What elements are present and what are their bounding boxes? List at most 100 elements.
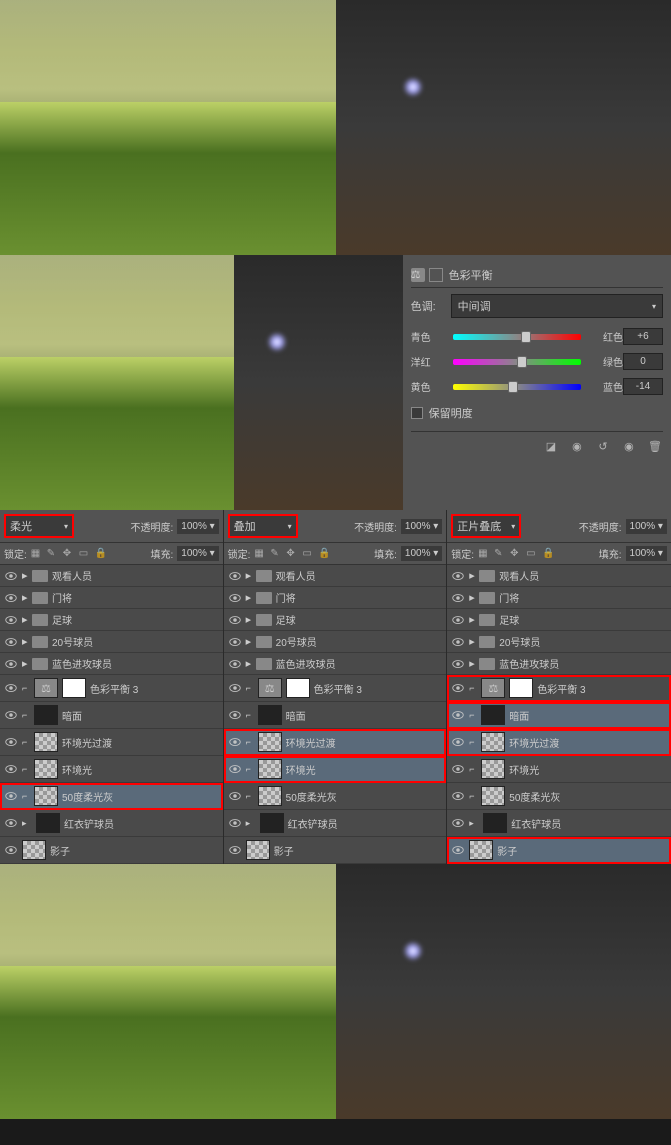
expand-arrow[interactable]: ▸ bbox=[22, 569, 32, 582]
expand-arrow[interactable]: ▸ bbox=[469, 635, 479, 648]
tone-select[interactable]: 中间调 ▾ bbox=[451, 294, 663, 318]
expand-arrow[interactable]: ▸ bbox=[22, 613, 32, 626]
visibility-toggle[interactable] bbox=[451, 789, 465, 803]
layer-item[interactable]: ⌐环境光过渡 bbox=[0, 729, 223, 756]
lock-artboard-icon[interactable]: ▭ bbox=[302, 548, 314, 560]
slider-handle[interactable] bbox=[508, 381, 518, 393]
visibility-toggle[interactable] bbox=[4, 789, 18, 803]
visibility-toggle[interactable] bbox=[451, 635, 465, 649]
layer-item[interactable]: ▸观看人员 bbox=[224, 565, 447, 587]
visibility-toggle[interactable] bbox=[451, 735, 465, 749]
expand-arrow[interactable]: ▸ bbox=[469, 591, 479, 604]
lock-paint-icon[interactable]: ✎ bbox=[494, 548, 506, 560]
visibility-toggle[interactable] bbox=[451, 816, 465, 830]
visibility-toggle[interactable] bbox=[228, 789, 242, 803]
preserve-luminosity-checkbox[interactable] bbox=[411, 407, 423, 419]
layer-item[interactable]: ▸观看人员 bbox=[447, 565, 671, 587]
expand-arrow[interactable]: ▸ bbox=[469, 818, 481, 829]
visibility-toggle[interactable] bbox=[228, 681, 242, 695]
fill-value[interactable]: 100% ▾ bbox=[177, 546, 218, 561]
visibility-toggle[interactable] bbox=[4, 569, 18, 583]
layer-item[interactable]: 影子 bbox=[0, 837, 223, 864]
visibility-toggle[interactable] bbox=[451, 708, 465, 722]
color-slider[interactable] bbox=[453, 334, 581, 340]
delete-icon[interactable]: 🗑 bbox=[647, 438, 663, 454]
expand-arrow[interactable]: ▸ bbox=[246, 657, 256, 670]
slider-handle[interactable] bbox=[521, 331, 531, 343]
expand-arrow[interactable]: ▸ bbox=[246, 818, 258, 829]
visibility-toggle[interactable] bbox=[451, 591, 465, 605]
layer-item[interactable]: ⌐50度柔光灰 bbox=[224, 783, 447, 810]
layer-item[interactable]: ▸门将 bbox=[224, 587, 447, 609]
visibility-toggle[interactable] bbox=[4, 613, 18, 627]
slider-value[interactable]: 0 bbox=[623, 353, 663, 370]
layer-item[interactable]: 影子 bbox=[447, 837, 671, 864]
blend-mode-select[interactable]: 叠加▾ bbox=[228, 514, 298, 538]
lock-position-icon[interactable]: ✥ bbox=[510, 548, 522, 560]
visibility-toggle[interactable] bbox=[228, 735, 242, 749]
expand-arrow[interactable]: ▸ bbox=[246, 613, 256, 626]
visibility-toggle[interactable] bbox=[451, 613, 465, 627]
layer-item[interactable]: ⌐⚖色彩平衡 3 bbox=[0, 675, 223, 702]
expand-arrow[interactable]: ▸ bbox=[246, 635, 256, 648]
layer-item[interactable]: ▸红衣铲球员 bbox=[0, 810, 223, 837]
visibility-toggle[interactable] bbox=[4, 735, 18, 749]
layer-item[interactable]: ⌐⚖色彩平衡 3 bbox=[224, 675, 447, 702]
expand-arrow[interactable]: ▸ bbox=[246, 591, 256, 604]
visibility-toggle[interactable] bbox=[451, 762, 465, 776]
layer-item[interactable]: ▸20号球员 bbox=[224, 631, 447, 653]
layer-item[interactable]: ⌐暗面 bbox=[447, 702, 671, 729]
reset-icon[interactable]: ↺ bbox=[595, 438, 611, 454]
visibility-toggle[interactable] bbox=[228, 762, 242, 776]
lock-position-icon[interactable]: ✥ bbox=[63, 548, 75, 560]
expand-arrow[interactable]: ▸ bbox=[22, 818, 34, 829]
visibility-toggle[interactable] bbox=[4, 681, 18, 695]
layer-item[interactable]: 影子 bbox=[224, 837, 447, 864]
expand-arrow[interactable]: ▸ bbox=[22, 635, 32, 648]
layer-item[interactable]: ⌐环境光 bbox=[447, 756, 671, 783]
visibility-toggle[interactable] bbox=[4, 591, 18, 605]
visibility-icon[interactable]: ◉ bbox=[621, 438, 637, 454]
clip-icon[interactable]: ◪ bbox=[543, 438, 559, 454]
layer-item[interactable]: ▸20号球员 bbox=[447, 631, 671, 653]
visibility-toggle[interactable] bbox=[4, 843, 18, 857]
layer-item[interactable]: ▸蓝色进攻球员 bbox=[224, 653, 447, 675]
expand-arrow[interactable]: ▸ bbox=[22, 657, 32, 670]
color-slider[interactable] bbox=[453, 359, 581, 365]
layer-item[interactable]: ⌐环境光过渡 bbox=[447, 729, 671, 756]
visibility-toggle[interactable] bbox=[451, 657, 465, 671]
visibility-toggle[interactable] bbox=[228, 708, 242, 722]
visibility-toggle[interactable] bbox=[451, 569, 465, 583]
expand-arrow[interactable]: ▸ bbox=[469, 569, 479, 582]
layer-item[interactable]: ▸观看人员 bbox=[0, 565, 223, 587]
layer-item[interactable]: ▸足球 bbox=[447, 609, 671, 631]
lock-all-icon[interactable]: 🔒 bbox=[95, 548, 107, 560]
opacity-value[interactable]: 100% ▾ bbox=[177, 519, 218, 534]
lock-transparent-icon[interactable]: ▦ bbox=[478, 548, 490, 560]
opacity-value[interactable]: 100% ▾ bbox=[626, 519, 667, 534]
layer-item[interactable]: ▸20号球员 bbox=[0, 631, 223, 653]
layer-item[interactable]: ▸红衣铲球员 bbox=[224, 810, 447, 837]
layer-item[interactable]: ⌐环境光 bbox=[0, 756, 223, 783]
slider-value[interactable]: +6 bbox=[623, 328, 663, 345]
view-prev-icon[interactable]: ◉ bbox=[569, 438, 585, 454]
expand-arrow[interactable]: ▸ bbox=[22, 591, 32, 604]
layer-item[interactable]: ⌐50度柔光灰 bbox=[447, 783, 671, 810]
lock-artboard-icon[interactable]: ▭ bbox=[526, 548, 538, 560]
lock-paint-icon[interactable]: ✎ bbox=[47, 548, 59, 560]
expand-arrow[interactable]: ▸ bbox=[469, 657, 479, 670]
visibility-toggle[interactable] bbox=[4, 762, 18, 776]
visibility-toggle[interactable] bbox=[228, 569, 242, 583]
visibility-toggle[interactable] bbox=[451, 681, 465, 695]
visibility-toggle[interactable] bbox=[4, 816, 18, 830]
visibility-toggle[interactable] bbox=[228, 843, 242, 857]
lock-all-icon[interactable]: 🔒 bbox=[542, 548, 554, 560]
visibility-toggle[interactable] bbox=[228, 657, 242, 671]
slider-value[interactable]: -14 bbox=[623, 378, 663, 395]
lock-paint-icon[interactable]: ✎ bbox=[270, 548, 282, 560]
layer-item[interactable]: ▸门将 bbox=[0, 587, 223, 609]
lock-position-icon[interactable]: ✥ bbox=[286, 548, 298, 560]
lock-all-icon[interactable]: 🔒 bbox=[318, 548, 330, 560]
layer-item[interactable]: ⌐环境光过渡 bbox=[224, 729, 447, 756]
layer-item[interactable]: ▸足球 bbox=[0, 609, 223, 631]
